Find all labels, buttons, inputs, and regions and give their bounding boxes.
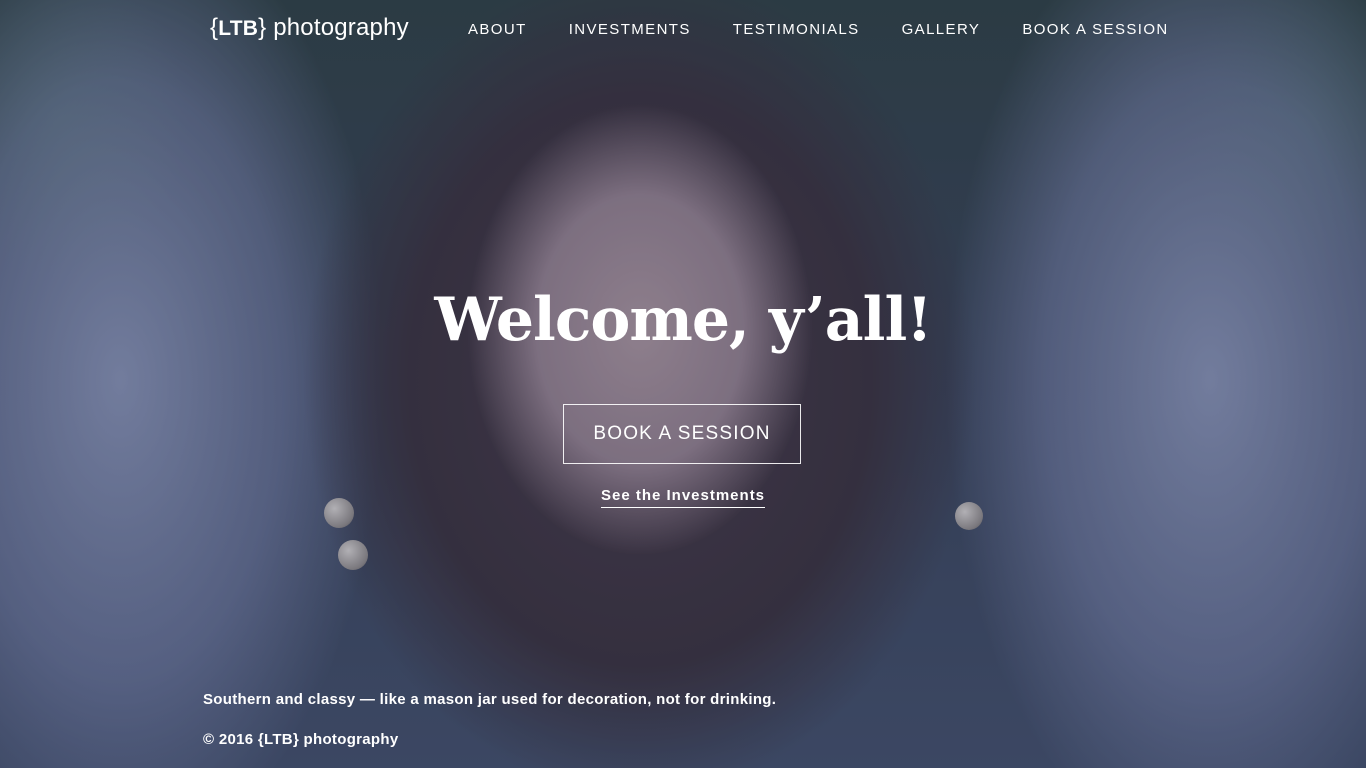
nav-item-book-a-session[interactable]: BOOK A SESSION: [1022, 21, 1168, 38]
site-header: {LTB} photography ABOUT INVESTMENTS TEST…: [0, 0, 1366, 62]
book-session-button[interactable]: BOOK A SESSION: [563, 404, 801, 464]
see-investments-link[interactable]: See the Investments: [600, 487, 766, 508]
site-logo[interactable]: {LTB} photography: [210, 14, 409, 42]
logo-wordmark: photography: [273, 14, 409, 41]
nav-item-investments[interactable]: INVESTMENTS: [569, 21, 691, 38]
main-nav: ABOUT INVESTMENTS TESTIMONIALS GALLERY B…: [468, 21, 1169, 38]
nav-item-gallery[interactable]: GALLERY: [902, 21, 981, 38]
nav-item-testimonials[interactable]: TESTIMONIALS: [733, 21, 860, 38]
footer-copyright: © 2016 {LTB} photography: [203, 731, 399, 748]
hero-overlay: [0, 0, 1366, 768]
logo-initials: LTB: [218, 17, 259, 40]
hero-title: Welcome, y’all!: [434, 285, 932, 355]
logo-open-brace: {: [210, 14, 219, 41]
investments-link-wrapper: See the Investments: [0, 487, 1366, 508]
logo-close-brace: }: [258, 14, 267, 41]
page: {LTB} photography ABOUT INVESTMENTS TEST…: [0, 0, 1366, 768]
footer-tagline: Southern and classy — like a mason jar u…: [203, 691, 777, 708]
nav-item-about[interactable]: ABOUT: [468, 21, 527, 38]
